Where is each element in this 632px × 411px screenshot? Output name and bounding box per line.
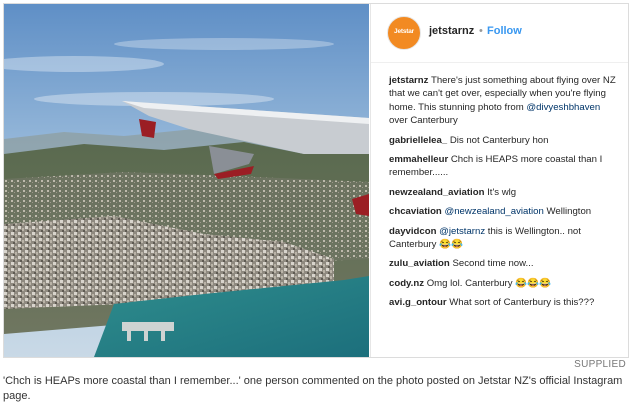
comment-username[interactable]: chcaviation (389, 206, 442, 217)
comment-item: avi.g_ontour What sort of Canterbury is … (389, 296, 617, 309)
comments-list: jetstarnz There's just something about f… (389, 74, 617, 316)
comment-item: gabriellelea_ Dis not Canterbury hon (389, 134, 617, 147)
comment-username[interactable]: newzealand_aviation (389, 187, 484, 198)
separator-dot: • (479, 25, 483, 37)
avatar[interactable]: Jetstar (387, 16, 421, 50)
post-photo[interactable] (4, 4, 369, 357)
comment-username[interactable]: emmahelleur (389, 154, 448, 165)
comment-username[interactable]: gabriellelea_ (389, 135, 447, 146)
comment-mention[interactable]: @newzealand_aviation (444, 206, 543, 217)
photo-caption: 'Chch is HEAPs more coastal than I remem… (3, 375, 623, 402)
photo-credit: SUPPLIED (574, 359, 626, 370)
comment-username[interactable]: zulu_aviation (389, 258, 450, 269)
comment-text: over Canterbury (389, 115, 458, 127)
comment-item: chcaviation @newzealand_aviation Welling… (389, 205, 617, 218)
comment-username[interactable]: cody.nz (389, 278, 424, 289)
comment-item: zulu_aviation Second time now... (389, 257, 617, 270)
comment-item: dayvidcon @jetstarnz this is Wellington.… (389, 225, 617, 252)
comment-item: jetstarnz There's just something about f… (389, 74, 617, 128)
post-username[interactable]: jetstarnz (429, 25, 474, 37)
comment-username[interactable]: jetstarnz (389, 75, 428, 86)
comment-mention[interactable]: @jetstarnz (439, 226, 485, 237)
comment-item: emmahelleur Chch is HEAPS more coastal t… (389, 153, 617, 180)
follow-button[interactable]: Follow (487, 25, 522, 37)
aerial-city-photo (4, 4, 369, 357)
comment-text: It's wlg (487, 186, 517, 198)
comment-username[interactable]: avi.g_ontour (389, 297, 447, 308)
comment-text: Omg lol. Canterbury 😂😂😂 (426, 277, 552, 289)
post-sidebar: Jetstar jetstarnz • Follow jetstarnz The… (370, 4, 628, 357)
comment-text: Dis not Canterbury hon (449, 134, 549, 146)
comment-text: Wellington (543, 206, 592, 218)
post-header: Jetstar jetstarnz • Follow (371, 4, 628, 63)
comment-item: newzealand_aviation It's wlg (389, 186, 617, 199)
comment-username[interactable]: dayvidcon (389, 226, 436, 237)
comment-text: Second time now... (452, 258, 534, 270)
comment-item: cody.nz Omg lol. Canterbury 😂😂😂 (389, 277, 617, 290)
comment-mention[interactable]: @divyeshbhaven (526, 102, 600, 113)
avatar-text: Jetstar (394, 28, 414, 35)
instagram-embed: Jetstar jetstarnz • Follow jetstarnz The… (3, 3, 629, 358)
comment-text: What sort of Canterbury is this??? (449, 297, 595, 309)
